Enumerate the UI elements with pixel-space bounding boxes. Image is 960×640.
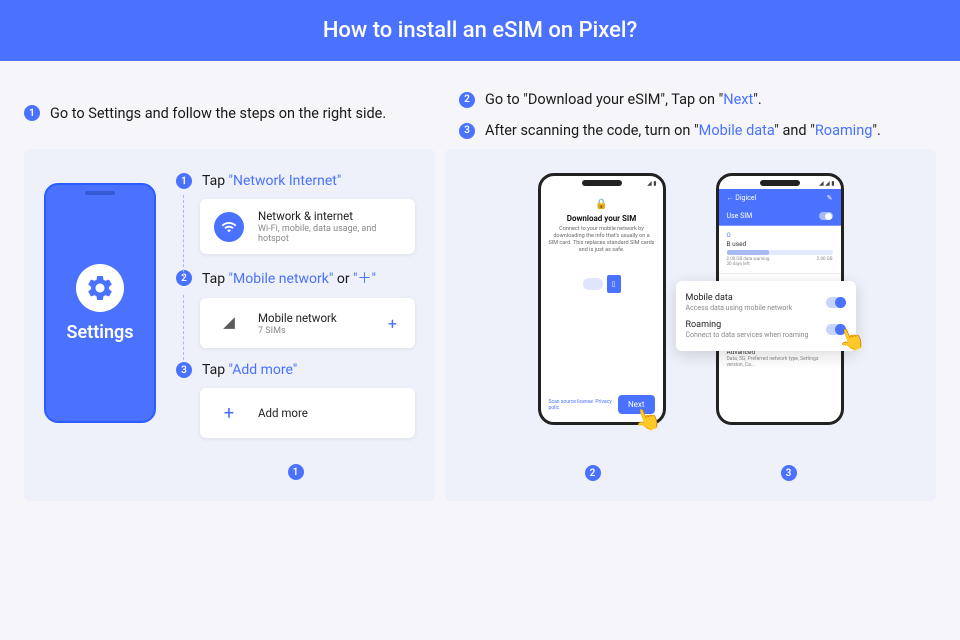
instruction-3: 3 After scanning the code, turn on "Mobi… — [459, 122, 936, 139]
sim-illustration: ▯ — [549, 275, 655, 293]
instruction-1-text: Go to Settings and follow the steps on t… — [50, 105, 386, 122]
edit-icon[interactable]: ✎ — [827, 194, 833, 202]
steps-list: 1 Tap "Network Internet" Network & inter… — [176, 173, 415, 481]
data-usage-section: O B used 2.00 GB data warning2.00 GB 30 … — [719, 226, 841, 274]
instruction-left: 1 Go to Settings and follow the steps on… — [24, 91, 439, 139]
panel-footer-badge-3: 3 — [781, 465, 797, 481]
roaming-row[interactable]: RoamingConnect to data services when roa… — [686, 316, 846, 343]
carrier-header: ← Digicel✎ — [719, 189, 841, 207]
use-sim-toggle[interactable] — [819, 212, 833, 220]
footer-badge-row: 1 — [176, 464, 415, 480]
download-sim-phone: ◢ ▮ 🔒 Download your SIM Connect to your … — [538, 173, 666, 425]
instructions: 1 Go to Settings and follow the steps on… — [0, 61, 960, 149]
step-badge-2: 2 — [176, 270, 192, 286]
panels: Settings 1 Tap "Network Internet" Networ… — [0, 149, 960, 501]
network-internet-card[interactable]: Network & internet Wi-Fi, mobile, data u… — [200, 199, 415, 254]
gear-icon — [76, 264, 124, 312]
step-1: 1 Tap "Network Internet" Network & inter… — [176, 173, 415, 254]
card-title: Mobile network — [258, 311, 370, 325]
settings-phone-column: Settings — [44, 173, 156, 481]
mobile-data-toggle[interactable] — [826, 297, 846, 308]
status-bar: ◢ ◢ ▮ — [719, 176, 841, 189]
footer-badge-row: 2 3 — [465, 465, 916, 481]
step-badge-3: 3 — [176, 362, 192, 378]
step-3-text: Tap "Add more" — [202, 362, 297, 378]
settings-label: Settings — [67, 322, 134, 343]
use-sim-row[interactable]: Use SIM — [719, 207, 841, 226]
panel-1: Settings 1 Tap "Network Internet" Networ… — [24, 149, 435, 501]
badge-1: 1 — [24, 105, 40, 121]
card-subtitle: 7 SIMs — [258, 326, 370, 336]
plus-icon: + — [214, 398, 244, 428]
toggle-overlay: Mobile dataAccess data using mobile netw… — [676, 281, 856, 351]
card-title: Add more — [258, 406, 401, 420]
signal-icon — [214, 308, 244, 338]
download-sim-title: Download your SIM — [549, 214, 655, 223]
sim-icon: ▯ — [607, 275, 621, 293]
cloud-icon — [583, 278, 603, 290]
phone-2-wrap: ◢ ▮ 🔒 Download your SIM Connect to your … — [538, 173, 666, 425]
step-badge-1: 1 — [176, 173, 192, 189]
settings-phone-mock: Settings — [44, 183, 156, 423]
wifi-icon — [214, 212, 244, 242]
privacy-link[interactable]: Scan source license. Privacy polic — [549, 399, 618, 411]
panel-2-3: ◢ ▮ 🔒 Download your SIM Connect to your … — [445, 149, 936, 501]
step-3: 3 Tap "Add more" + Add more — [176, 362, 415, 438]
step-1-text: Tap "Network Internet" — [202, 173, 341, 189]
mobile-data-row[interactable]: Mobile dataAccess data using mobile netw… — [686, 289, 846, 316]
page-title: How to install an eSIM on Pixel? — [0, 0, 960, 61]
instruction-2-text: Go to "Download your eSIM", Tap on "Next… — [485, 91, 762, 108]
badge-2: 2 — [459, 92, 475, 108]
instruction-right: 2 Go to "Download your eSIM", Tap on "Ne… — [459, 91, 936, 139]
add-more-card[interactable]: + Add more — [200, 388, 415, 438]
plus-icon[interactable]: + — [384, 314, 401, 333]
panel-footer-badge-2: 2 — [585, 465, 601, 481]
card-title: Network & internet — [258, 209, 401, 223]
lock-icon: 🔒 — [549, 199, 655, 210]
download-sim-desc: Connect to your mobile network by downlo… — [549, 226, 655, 255]
phone-3-wrap: ◢ ◢ ▮ ← Digicel✎ Use SIM O B used 2.00 G… — [716, 173, 844, 425]
instruction-2: 2 Go to "Download your eSIM", Tap on "Ne… — [459, 91, 936, 108]
badge-3: 3 — [459, 123, 475, 139]
mobile-network-card[interactable]: Mobile network 7 SIMs + — [200, 298, 415, 348]
panel-footer-badge-1: 1 — [288, 464, 304, 480]
status-bar: ◢ ▮ — [541, 176, 663, 189]
instruction-3-text: After scanning the code, turn on "Mobile… — [485, 122, 881, 139]
card-subtitle: Wi-Fi, mobile, data usage, and hotspot — [258, 224, 401, 244]
step-2: 2 Tap "Mobile network" or "＋" Mobile net… — [176, 268, 415, 348]
step-2-text: Tap "Mobile network" or "＋" — [202, 268, 376, 288]
usage-bar — [727, 250, 833, 255]
